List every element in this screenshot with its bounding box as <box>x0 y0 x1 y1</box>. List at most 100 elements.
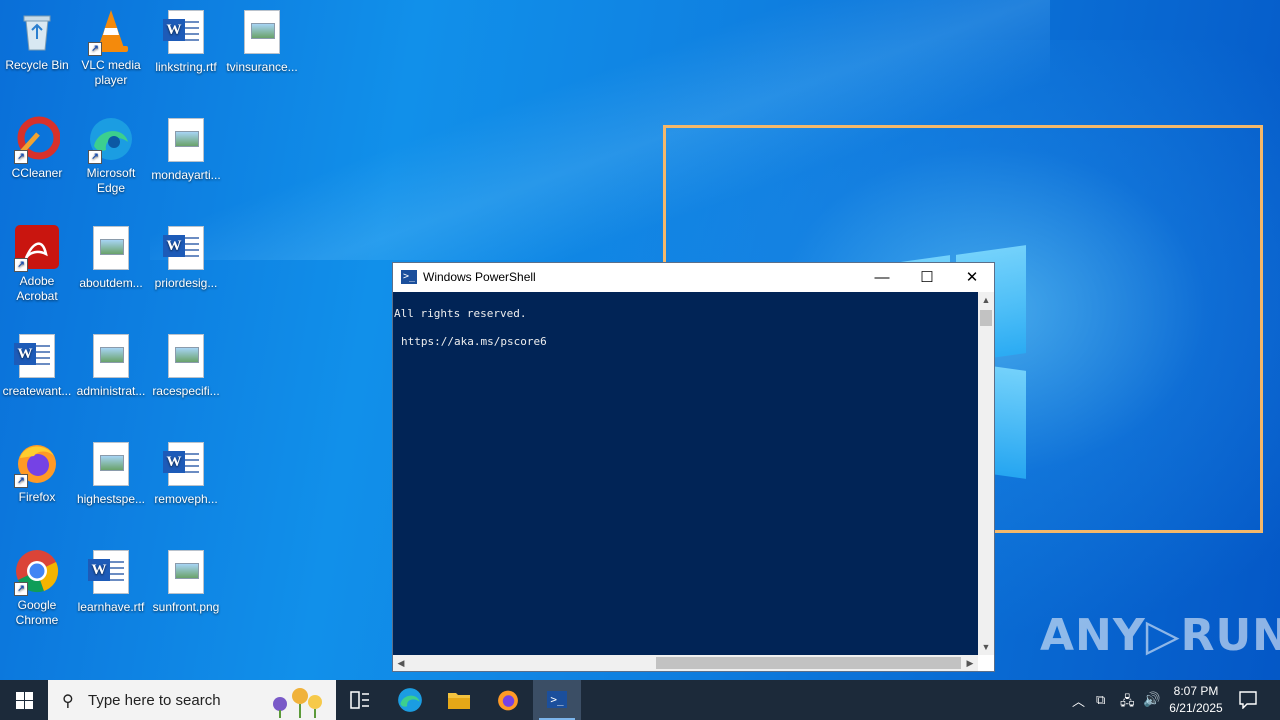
powershell-titlebar[interactable]: >_ Windows PowerShell — ☐ ✕ <box>393 263 994 292</box>
vertical-scrollbar[interactable]: ▲ ▼ <box>978 292 994 655</box>
flowers-decoration-icon <box>273 688 322 718</box>
scroll-thumb[interactable] <box>656 657 961 669</box>
shortcut-arrow-icon: ↗ <box>14 150 28 164</box>
image-file-icon <box>239 10 285 56</box>
chevron-up-icon: ︿ <box>1072 694 1086 709</box>
meet-icon: ⧉ <box>1096 692 1106 707</box>
word-document-icon: W <box>14 334 60 380</box>
edge-icon <box>398 688 422 712</box>
icon-label: mondayarti... <box>151 168 221 182</box>
desktop-icon-google-chrome[interactable]: ↗ Google Chrome <box>0 548 74 628</box>
recycle-bin-icon <box>14 8 60 54</box>
powershell-icon: >_ <box>547 691 567 708</box>
taskbar-clock[interactable]: 8:07 PM 6/21/2025 <box>1160 683 1232 717</box>
scroll-up-icon[interactable]: ▲ <box>978 292 994 308</box>
tray-meet-now[interactable]: ⧉ <box>1093 680 1113 720</box>
start-button[interactable] <box>0 680 48 720</box>
horizontal-scrollbar[interactable]: ◀ ▶ <box>393 655 978 671</box>
window-title: Windows PowerShell <box>423 270 536 284</box>
desktop-icon-priordesig[interactable]: W priordesig... <box>149 224 223 291</box>
word-document-icon: W <box>163 10 209 56</box>
icon-label: racespecifi... <box>152 384 220 398</box>
image-file-icon <box>163 334 209 380</box>
console-line: https://aka.ms/pscore6 <box>401 335 547 348</box>
word-document-icon: W <box>88 550 134 596</box>
ccleaner-icon: ↗ <box>14 116 61 164</box>
desktop-icon-highestspe[interactable]: highestspe... <box>74 440 148 507</box>
firefox-icon: ↗ <box>14 440 60 488</box>
shortcut-arrow-icon: ↗ <box>14 474 28 488</box>
desktop-icon-learnhave[interactable]: W learnhave.rtf <box>74 548 148 615</box>
shortcut-arrow-icon: ↗ <box>88 42 102 56</box>
icon-label: createwant... <box>2 384 72 398</box>
scroll-left-icon[interactable]: ◀ <box>393 655 409 671</box>
desktop-icon-edge[interactable]: ↗ Microsoft Edge <box>74 116 148 196</box>
icon-label: aboutdem... <box>79 276 143 290</box>
icon-label: Adobe Acrobat <box>16 274 58 303</box>
icon-label: learnhave.rtf <box>77 600 145 614</box>
word-document-icon: W <box>163 442 209 488</box>
acrobat-icon: ↗ <box>14 224 60 272</box>
word-document-icon: W <box>163 226 209 272</box>
scroll-right-icon[interactable]: ▶ <box>962 655 978 671</box>
icon-label: tvinsurance... <box>226 60 298 74</box>
desktop-icon-recycle-bin[interactable]: Recycle Bin <box>0 8 74 73</box>
shortcut-arrow-icon: ↗ <box>14 582 28 596</box>
desktop-icon-administrat[interactable]: administrat... <box>74 332 148 399</box>
taskbar-firefox[interactable] <box>484 680 532 720</box>
show-hidden-icons-button[interactable]: ︿ <box>1068 680 1088 720</box>
tray-network[interactable]: 🖧 <box>1117 680 1137 720</box>
desktop-icon-aboutdem[interactable]: aboutdem... <box>74 224 148 291</box>
desktop-icon-tvinsurance[interactable]: tvinsurance... <box>225 8 299 75</box>
notification-center-button[interactable] <box>1236 680 1260 720</box>
image-file-icon <box>88 334 134 380</box>
desktop-icon-linkstring[interactable]: W linkstring.rtf <box>149 8 223 75</box>
scroll-down-icon[interactable]: ▼ <box>978 639 994 655</box>
icon-label: administrat... <box>76 384 146 398</box>
maximize-button[interactable]: ☐ <box>904 263 950 292</box>
chrome-icon: ↗ <box>14 548 60 596</box>
scroll-thumb[interactable] <box>980 310 992 326</box>
network-icon: 🖧 <box>1120 693 1135 708</box>
clock-time: 8:07 PM <box>1173 684 1219 698</box>
desktop-icon-createwant[interactable]: W createwant... <box>0 332 74 399</box>
icon-label: Firefox <box>18 490 56 504</box>
search-icon: ⚲ <box>62 693 74 710</box>
desktop-icon-adobe-acrobat[interactable]: ↗ Adobe Acrobat <box>0 224 74 304</box>
desktop-icon-vlc[interactable]: ↗ VLC media player <box>74 8 148 88</box>
desktop-icon-firefox[interactable]: ↗ Firefox <box>0 440 74 505</box>
icon-label: highestspe... <box>76 492 146 506</box>
icon-label: Recycle Bin <box>5 58 69 72</box>
icon-label: VLC media player <box>81 58 141 87</box>
taskbar-powershell[interactable]: >_ <box>533 680 581 720</box>
console-output[interactable]: All rights reserved. https://aka.ms/psco… <box>393 292 978 655</box>
desktop-icon-removeph[interactable]: W removeph... <box>149 440 223 507</box>
minimize-button[interactable]: — <box>859 263 905 292</box>
task-view-button[interactable] <box>336 680 384 720</box>
taskbar-file-explorer[interactable] <box>435 680 483 720</box>
image-file-icon <box>88 442 134 488</box>
tray-volume[interactable]: 🔊 <box>1141 680 1161 720</box>
desktop-icon-sunfront[interactable]: sunfront.png <box>149 548 223 615</box>
taskbar-search-box[interactable]: ⚲ Type here to search <box>48 680 336 720</box>
vlc-cone-icon: ↗ <box>88 8 134 56</box>
firefox-icon <box>498 690 518 711</box>
powershell-window[interactable]: >_ Windows PowerShell — ☐ ✕ All rights r… <box>392 262 995 672</box>
anyrun-watermark: ANY▷RUN <box>1040 610 1280 661</box>
powershell-icon: >_ <box>401 270 417 284</box>
speaker-icon: 🔊 <box>1143 691 1161 707</box>
close-button[interactable]: ✕ <box>949 263 995 292</box>
console-line: All rights reserved. <box>394 307 527 320</box>
icon-label: CCleaner <box>11 166 63 180</box>
shortcut-arrow-icon: ↗ <box>88 150 102 164</box>
desktop-icon-mondayarti[interactable]: mondayarti... <box>149 116 223 183</box>
taskbar-edge[interactable] <box>386 680 434 720</box>
search-placeholder: Type here to search <box>88 692 221 709</box>
icon-label: linkstring.rtf <box>155 60 217 74</box>
desktop-icon-ccleaner[interactable]: ↗ CCleaner <box>0 116 74 181</box>
desktop-icon-racespecifi[interactable]: racespecifi... <box>149 332 223 399</box>
clock-date: 6/21/2025 <box>1169 701 1223 715</box>
icon-label: priordesig... <box>154 276 218 290</box>
notification-icon <box>1239 691 1257 709</box>
shortcut-arrow-icon: ↗ <box>14 258 28 272</box>
